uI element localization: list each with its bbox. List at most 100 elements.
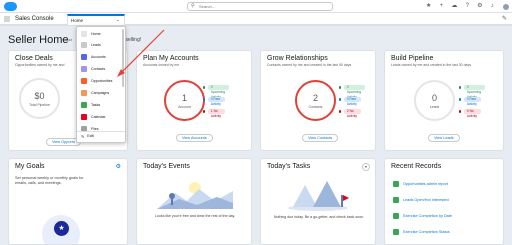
global-search-input[interactable]: ⚲ Search... xyxy=(187,2,333,11)
recent-record-item[interactable]: Leads Open/Hot Interested xyxy=(393,196,449,203)
search-icon: ⚲ xyxy=(191,3,195,9)
pencil-icon: ✎ xyxy=(81,135,85,139)
app-navigation-bar: Sales Console Home ⌄ ✎ xyxy=(0,13,512,26)
tab-home[interactable]: Home ⌄ xyxy=(67,14,125,25)
add-icon[interactable]: + xyxy=(440,2,444,11)
dropdown-scrollbar[interactable] xyxy=(122,29,124,87)
app-launcher-icon[interactable] xyxy=(4,16,10,22)
card-description: Nothing due today. Be a go-getter, and c… xyxy=(273,215,365,219)
activity-none: 1 No Activity xyxy=(203,108,226,118)
dropdown-separator xyxy=(77,131,125,132)
bell-icon[interactable]: ♪ xyxy=(491,2,494,11)
opportunities-icon xyxy=(81,78,87,84)
tasks-icon xyxy=(81,102,87,108)
salesforce-logo[interactable] xyxy=(4,2,17,11)
grow-relationships-card: Grow Relationships Contacts owned by me … xyxy=(260,50,376,151)
card-subtitle: Leads owned by me and created in the las… xyxy=(391,63,471,67)
recent-record-item[interactable]: Exercise Completion by Date xyxy=(393,212,452,219)
card-subtitle: Accounts owned by me xyxy=(143,63,180,67)
report-icon xyxy=(393,196,399,203)
header-utility-icons: ★ + ☁ ? ⚙ ♪ xyxy=(426,2,510,11)
card-title: Close Deals xyxy=(15,55,53,62)
avatar[interactable] xyxy=(501,2,510,11)
view-accounts-button[interactable]: View Accounts xyxy=(176,134,213,142)
build-pipeline-card: Build Pipeline Leads owned by me and cre… xyxy=(384,50,504,151)
card-subtitle: Contacts owned by me and created in the … xyxy=(267,63,352,67)
search-placeholder: Search... xyxy=(199,4,216,9)
activity-upcoming: 0 Upcoming Activity xyxy=(459,84,486,99)
page-title: Seller Home xyxy=(8,34,69,46)
card-title: Build Pipeline xyxy=(391,55,434,62)
chevron-down-icon[interactable]: ⌄ xyxy=(116,17,120,23)
recent-records-card: Recent Records Opportunities admin repor… xyxy=(384,158,504,245)
activity-upcoming: 0 Upcoming Activity xyxy=(203,84,230,99)
metric-ring: 1 Account xyxy=(164,80,205,121)
dropdown-item-calendar[interactable]: Calendar xyxy=(81,113,106,121)
global-header: ⚲ Search... ★ + ☁ ? ⚙ ♪ xyxy=(0,0,512,13)
view-contacts-button[interactable]: View Contacts xyxy=(302,134,339,142)
activity-none: 0 No Activity xyxy=(459,108,482,118)
goal-star-icon[interactable]: ★ xyxy=(54,221,69,236)
plan-accounts-card: Plan My Accounts Accounts owned by me 1 … xyxy=(136,50,252,151)
metric-ring: 0 Leads xyxy=(414,80,455,121)
metric-value: 2 xyxy=(312,93,318,103)
home-icon xyxy=(81,31,87,37)
leads-icon xyxy=(81,42,87,48)
card-title: My Goals xyxy=(15,163,45,170)
contacts-icon xyxy=(81,66,87,72)
recent-record-item[interactable]: Opportunities admin report xyxy=(393,180,448,187)
dropdown-item-campaigns[interactable]: Campaigns xyxy=(81,89,109,97)
favorites-icon[interactable]: ★ xyxy=(426,2,431,11)
activity-past: 0 Past Activity xyxy=(339,96,362,106)
metric-label: Leads xyxy=(429,105,440,109)
card-description: Set personal weekly or monthly goals for… xyxy=(15,176,84,185)
metric-ring: $0 Total Pipeline xyxy=(19,78,60,119)
tab-home-label: Home xyxy=(71,18,84,23)
greeting-text-left: Good xyxy=(62,37,72,42)
calendar-icon xyxy=(81,114,87,120)
dropdown-item-home[interactable]: Home xyxy=(81,30,101,38)
metric-value: $0 xyxy=(34,91,45,101)
card-subtitle: Opportunities owned by me and xyxy=(15,63,65,67)
tasks-illustration xyxy=(288,181,349,211)
activity-upcoming: 0 Upcoming Activity xyxy=(339,84,366,99)
metric-label: Contacts xyxy=(308,105,323,109)
metric-label: Account xyxy=(178,105,191,109)
card-title: Plan My Accounts xyxy=(143,55,199,62)
app-name: Sales Console xyxy=(15,16,54,22)
tasks-filter-dropdown[interactable]: ▾ xyxy=(362,163,370,171)
setup-icon[interactable]: ☁ xyxy=(451,2,457,11)
card-title: Recent Records xyxy=(391,163,442,170)
todays-tasks-card: Today's Tasks ▾ Nothing due today. Be a … xyxy=(260,158,376,245)
card-title: Grow Relationships xyxy=(267,55,328,62)
nav-items-dropdown: Home Leads Accounts Contacts Opportuniti… xyxy=(76,26,126,143)
dropdown-edit[interactable]: ✎ Edit xyxy=(81,134,94,139)
card-title: Today's Tasks xyxy=(267,163,311,170)
goals-settings-icon[interactable]: ⚙ xyxy=(116,163,121,170)
activity-none: 2 No Activity xyxy=(339,108,362,118)
dropdown-item-tasks[interactable]: Tasks xyxy=(81,101,100,109)
help-icon[interactable]: ? xyxy=(466,2,469,11)
accounts-icon xyxy=(81,54,87,60)
metric-ring: 2 Contacts xyxy=(295,80,336,121)
edit-nav-icon[interactable]: ✎ xyxy=(502,15,507,22)
campaigns-icon xyxy=(81,90,87,96)
card-title: Today's Events xyxy=(143,163,190,170)
view-leads-button[interactable]: View Leads xyxy=(428,134,460,142)
metric-label: Total Pipeline xyxy=(29,103,50,107)
activity-past: 0 Past Activity xyxy=(203,96,226,106)
activity-past: 0 Past Activity xyxy=(459,96,482,106)
dropdown-item-leads[interactable]: Leads xyxy=(81,41,101,49)
settings-icon[interactable]: ⚙ xyxy=(477,2,482,11)
dropdown-item-accounts[interactable]: Accounts xyxy=(81,53,106,61)
report-icon xyxy=(393,180,399,187)
dropdown-item-opportunities[interactable]: Opportunities xyxy=(81,77,112,85)
dropdown-item-contacts[interactable]: Contacts xyxy=(81,65,105,73)
report-icon xyxy=(393,228,399,235)
metric-value: 0 xyxy=(431,93,437,103)
events-illustration xyxy=(157,182,233,209)
report-icon xyxy=(393,212,399,219)
recent-record-item[interactable]: Exercise Completion Status xyxy=(393,228,450,235)
card-description: Looks like you're free and clear the res… xyxy=(154,214,236,218)
metric-value: 1 xyxy=(181,93,187,103)
